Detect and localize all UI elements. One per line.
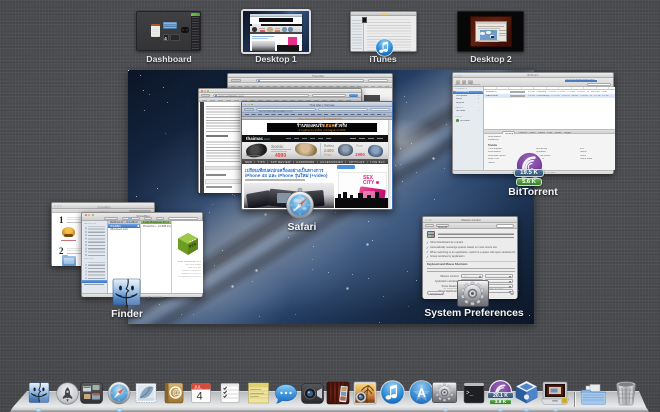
svg-text:4: 4 xyxy=(197,391,203,403)
svg-text:>_: >_ xyxy=(466,390,474,397)
svg-text:@: @ xyxy=(172,388,181,398)
svg-text:JUL: JUL xyxy=(194,385,202,390)
svg-text:A: A xyxy=(417,386,426,400)
